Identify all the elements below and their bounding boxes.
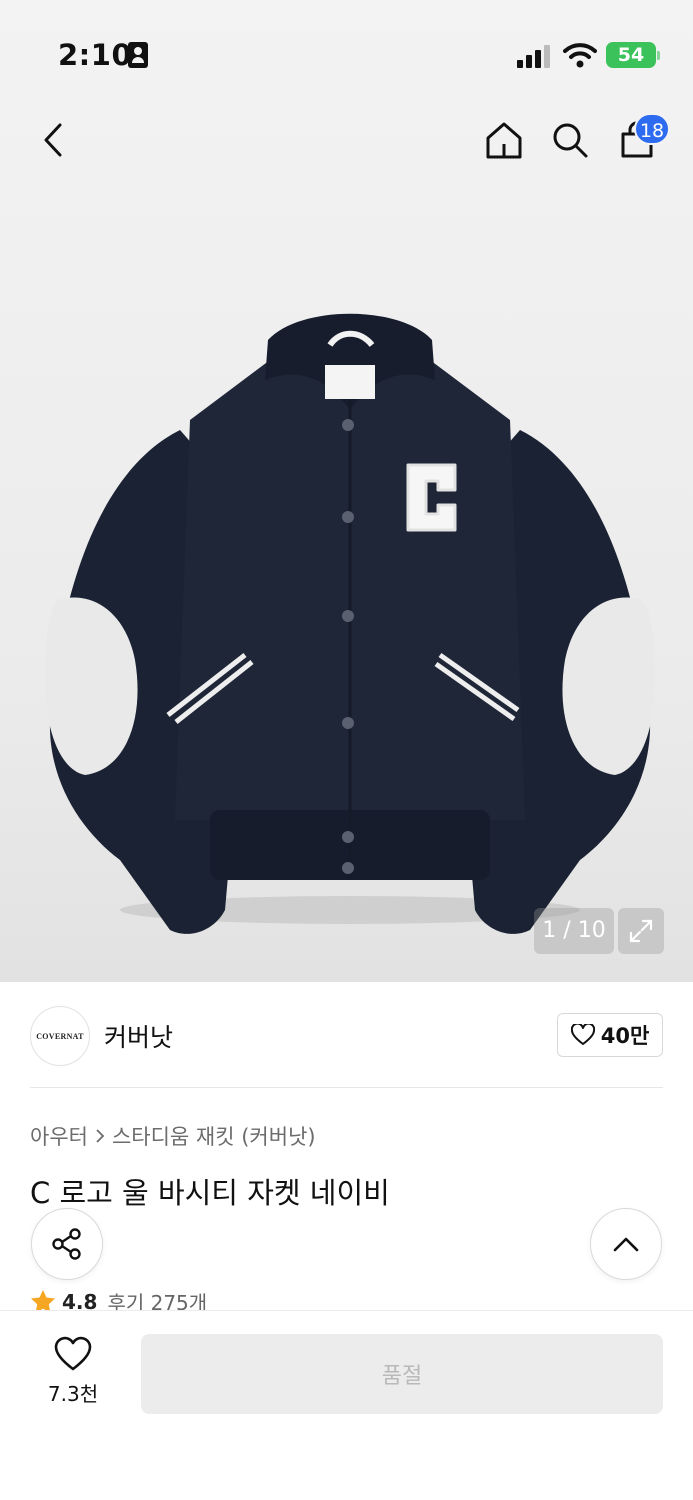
product-title: C 로고 울 바시티 자켓 네이비 (30, 1176, 390, 1210)
heart-icon (54, 1336, 92, 1371)
soldout-button[interactable]: 품절 (141, 1334, 663, 1414)
share-icon (52, 1228, 81, 1260)
brand-logo[interactable]: COVERNAT (30, 1006, 90, 1066)
brand-like-button[interactable]: 40만 (557, 1013, 663, 1057)
wishlist-count: 7.3천 (47, 1382, 99, 1406)
image-counter: 1 / 10 (534, 908, 614, 954)
product-image-gallery[interactable]: 2:10 54 18 1 / 10 (0, 0, 693, 982)
brand-like-count: 40만 (600, 1024, 650, 1048)
expand-icon (629, 919, 653, 943)
product-image (45, 313, 655, 934)
expand-image-button[interactable] (618, 908, 664, 954)
heart-icon (570, 1024, 595, 1045)
chevron-right-icon (96, 1129, 105, 1143)
status-time: 2:10 (58, 38, 133, 72)
home-button[interactable] (479, 115, 529, 165)
breadcrumb-item[interactable]: 스타디움 재킷 (커버낫) (112, 1121, 316, 1151)
search-icon (553, 123, 588, 158)
back-icon (44, 123, 62, 157)
breadcrumb: 아우터 스타디움 재킷 (커버낫) (30, 1121, 316, 1151)
home-icon (486, 122, 522, 159)
back-button[interactable] (28, 115, 78, 165)
cellular-signal-icon (517, 44, 551, 68)
wifi-icon (563, 43, 597, 68)
brand-name[interactable]: 커버낫 (104, 1018, 173, 1054)
wishlist-button[interactable]: 7.3천 (30, 1336, 116, 1416)
breadcrumb-item[interactable]: 아우터 (30, 1121, 88, 1151)
cart-count-badge: 18 (634, 113, 670, 145)
divider (30, 1087, 663, 1088)
battery-indicator: 54 (606, 42, 656, 68)
battery-tip (657, 51, 660, 60)
chevron-up-icon (613, 1237, 639, 1252)
share-button[interactable] (31, 1208, 103, 1280)
scroll-top-button[interactable] (590, 1208, 662, 1280)
contact-card-icon (128, 42, 148, 68)
brand-logo-text: COVERNAT (36, 1031, 84, 1041)
search-button[interactable] (545, 115, 595, 165)
